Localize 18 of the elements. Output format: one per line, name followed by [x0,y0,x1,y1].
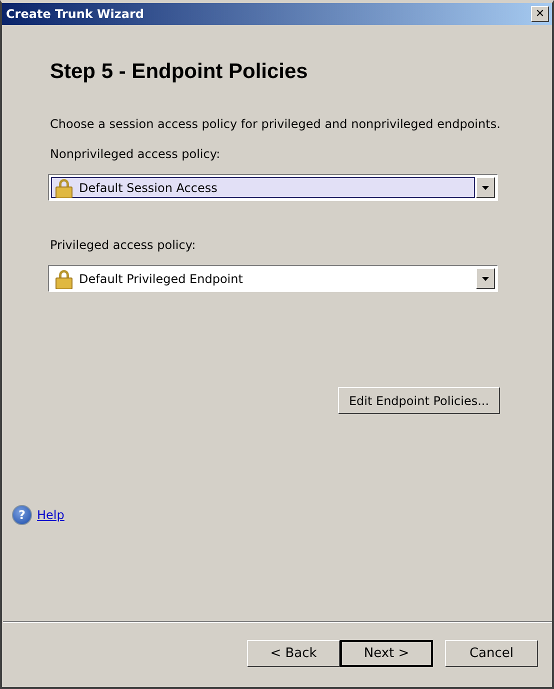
field-label: Nonprivileged access policy: [50,147,222,161]
help-icon: ? [12,505,32,525]
help-link[interactable]: Help [37,508,64,522]
dropdown-value: Default Session Access [79,180,218,194]
padlock-icon [55,178,73,198]
step-heading: Step 5 - Endpoint Policies [50,60,309,84]
wizard-button[interactable]: < Back [247,640,340,666]
dropdown-value: Default Privileged Endpoint [79,272,243,286]
description-text: Choose a session access policy for privileged and nonprivileged endpoints. [50,117,502,131]
policy-dropdown[interactable]: Default Session Access [48,174,498,201]
wizard-button[interactable]: Cancel [445,640,538,666]
policy-dropdown[interactable]: Default Privileged Endpoint [48,265,498,292]
wizard-button[interactable]: Next > [340,640,433,666]
field-label: Privileged access policy: [50,238,197,252]
close-button[interactable]: ✕ [531,6,549,22]
edit-policies-button[interactable]: Edit Endpoint Policies... [338,387,500,414]
window-title: Create Trunk Wizard [6,7,144,21]
padlock-icon [55,268,73,288]
